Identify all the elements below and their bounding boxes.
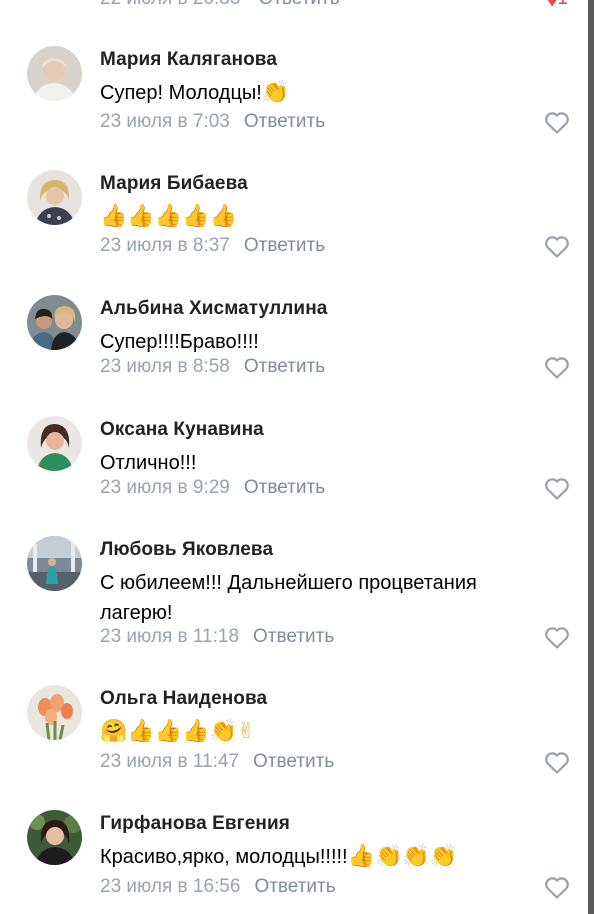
thumbs-up-emoji-icon: 👍👍👍👍👍 (100, 204, 237, 229)
comment-author[interactable]: Оксана Кунавина (100, 419, 264, 441)
comment-author[interactable]: Мария Бибаева (100, 173, 248, 195)
heart-outline-icon[interactable] (544, 111, 570, 135)
comment-meta: 23 июля в 11:18 Ответить (100, 626, 334, 648)
comment-meta: 23 июля в 7:03 Ответить (100, 111, 325, 133)
comment-meta: 23 июля в 9:29 Ответить (100, 477, 325, 499)
comment-text-body: Супер! Молодцы! (100, 82, 262, 104)
reply-button[interactable]: Ответить (253, 626, 334, 647)
heart-outline-icon[interactable] (544, 876, 570, 900)
comment-author[interactable]: Любовь Яковлева (100, 539, 273, 561)
comment-author[interactable]: Мария Каляганова (100, 49, 277, 71)
comment-text-body: Супер!!!!Браво!!!! (100, 331, 259, 353)
comment-meta-partial: 22 июля в 20:33 Ответить (100, 0, 340, 10)
comment-text-body: С юбилеем!!! Дальнейшего процветания лаг… (100, 572, 477, 624)
heart-outline-icon[interactable] (544, 751, 570, 775)
comment-date: 23 июля в 9:29 (100, 477, 230, 498)
comment-meta: 23 июля в 8:58 Ответить (100, 356, 325, 378)
avatar[interactable] (27, 46, 82, 101)
reply-button[interactable]: Ответить (244, 111, 325, 132)
avatar[interactable] (27, 416, 82, 471)
comment-item: Мария Бибаева 👍👍👍👍👍 23 июля в 8:37 Ответи… (0, 170, 588, 270)
reply-button[interactable]: Ответить (253, 751, 334, 772)
comment-item: Альбина Хисматуллина Супер!!!!Браво!!!! … (0, 295, 588, 395)
heart-outline-icon[interactable] (544, 626, 570, 650)
comment-date: 23 июля в 8:37 (100, 235, 230, 256)
comment-author[interactable]: Гирфанова Евгения (100, 813, 290, 835)
like-count: 1 (557, 0, 568, 10)
comment-meta: 23 июля в 16:56 Ответить (100, 876, 336, 898)
comment-item: Любовь Яковлева С юбилеем!!! Дальнейшего… (0, 536, 588, 666)
comment-text: 🤗👍👍👍👏✌ (100, 717, 545, 747)
avatar[interactable] (27, 810, 82, 865)
comment-text: С юбилеем!!! Дальнейшего процветания лаг… (100, 568, 545, 628)
comment-author[interactable]: Альбина Хисматуллина (100, 298, 327, 320)
comment-text: Отлично!!! (100, 448, 545, 478)
comment-date: 23 июля в 16:56 (100, 876, 241, 897)
comment-text: Красиво,ярко, молодцы!!!!!👍👏👏👏 (100, 842, 545, 872)
avatar[interactable] (27, 170, 82, 225)
avatar[interactable] (27, 685, 82, 740)
comment-item: Ольга Наиденова 🤗👍👍👍👏✌ 23 июля в 11:47 От… (0, 685, 588, 785)
comment-text: 👍👍👍👍👍 (100, 202, 545, 232)
heart-outline-icon[interactable] (544, 356, 570, 380)
thumbs-up-emoji-icon: 🤗👍👍👍👏✌ (100, 719, 256, 744)
screen-edge (588, 0, 594, 914)
comment-date: 23 июля в 7:03 (100, 111, 230, 132)
reply-button[interactable]: Ответить (258, 0, 339, 9)
comment-text-body: Красиво,ярко, молодцы!!!!! (100, 846, 348, 868)
reply-button[interactable]: Ответить (244, 477, 325, 498)
comment-text: Супер!!!!Браво!!!! (100, 327, 545, 357)
comments-screen: 22 июля в 20:33 Ответить ♥ 1 Мария Каляга… (0, 0, 594, 914)
comment-date: 22 июля в 20:33 (100, 0, 240, 9)
comment-meta: 23 июля в 11:47 Ответить (100, 751, 334, 773)
comment-text: Супер! Молодцы!👏 (100, 78, 545, 108)
comment-author[interactable]: Ольга Наиденова (100, 688, 267, 710)
comment-date: 23 июля в 11:47 (100, 751, 240, 772)
comment-item: Мария Каляганова Супер! Молодцы!👏 23 июл… (0, 46, 588, 146)
comment-text-body: Отлично!!! (100, 452, 197, 474)
heart-outline-icon[interactable] (544, 235, 570, 259)
thumbs-up-emoji-icon: 👍👏👏👏 (347, 844, 458, 869)
avatar[interactable] (27, 536, 82, 591)
reply-button[interactable]: Ответить (244, 356, 325, 377)
clap-emoji-icon: 👏 (261, 80, 290, 105)
heart-filled-icon[interactable]: ♥ (546, 0, 558, 13)
avatar[interactable] (27, 295, 82, 350)
reply-button[interactable]: Ответить (254, 876, 335, 897)
comment-date: 23 июля в 8:58 (100, 356, 230, 377)
comment-item: Оксана Кунавина Отлично!!! 23 июля в 9:2… (0, 416, 588, 516)
reply-button[interactable]: Ответить (244, 235, 325, 256)
comment-meta: 23 июля в 8:37 Ответить (100, 235, 325, 257)
heart-outline-icon[interactable] (544, 477, 570, 501)
comment-item: Гирфанова Евгения Красиво,ярко, молодцы!… (0, 810, 588, 914)
comment-date: 23 июля в 11:18 (100, 626, 240, 647)
